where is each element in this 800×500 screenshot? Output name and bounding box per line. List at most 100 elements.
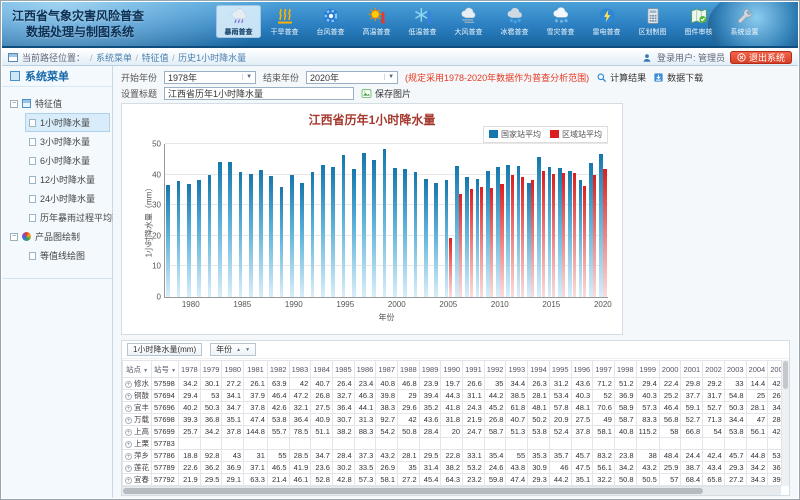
row-expand-icon[interactable]: + <box>125 429 132 436</box>
vertical-scrollbar[interactable] <box>781 360 789 486</box>
station-id-col-header[interactable]: 站号 ▼ <box>152 361 179 378</box>
tree-group-0[interactable]: − 特征值 <box>4 94 110 113</box>
breadcrumb-item[interactable]: 系统菜单 <box>96 53 132 63</box>
bar-national <box>372 160 376 297</box>
end-year-select[interactable]: 2020年▼ <box>306 71 398 84</box>
bar-national <box>434 183 438 297</box>
collapse-icon[interactable]: − <box>10 100 18 108</box>
row-expand-icon[interactable]: + <box>125 405 132 412</box>
value-cell: 30.1 <box>200 378 222 390</box>
tree-item-6小时降水量[interactable]: 6小时降水量 <box>25 151 110 170</box>
value-cell <box>289 438 311 450</box>
nav-item-label: 雷电普查 <box>593 27 621 37</box>
breadcrumb-item[interactable]: 历史1小时降水量 <box>178 53 246 63</box>
value-cell: 21.9 <box>179 474 201 486</box>
row-expand-icon[interactable]: + <box>125 453 132 460</box>
value-cell <box>659 438 681 450</box>
chart-title-input[interactable]: 江西省历年1小时降水量 <box>164 87 354 100</box>
station-col-header[interactable]: 站点 ▼ <box>123 361 152 378</box>
save-image-button[interactable]: 保存图片 <box>361 87 411 100</box>
nav-item-hail[interactable]: 冰雹普查 <box>492 5 537 38</box>
value-cell: 55 <box>267 450 289 462</box>
bar-national <box>269 176 273 297</box>
value-cell: 22.8 <box>441 450 463 462</box>
value-cell: 58.1 <box>593 426 615 438</box>
value-cell: 71.2 <box>593 378 615 390</box>
tree-item-1小时降水量[interactable]: 1小时降水量 <box>25 113 110 132</box>
bar-national <box>342 155 346 297</box>
vertical-scrollbar-thumb[interactable] <box>783 361 788 389</box>
download-button[interactable]: 数据下载 <box>653 71 703 84</box>
nav-item-zoning[interactable]: 区划制图 <box>630 5 675 38</box>
tree-item-12小时降水量[interactable]: 12小时降水量 <box>25 170 110 189</box>
nav-item-lightning[interactable]: 雷电普查 <box>584 5 629 38</box>
tree-item-等值线绘图[interactable]: 等值线绘图 <box>25 246 110 265</box>
tree-item-3小时降水量[interactable]: 3小时降水量 <box>25 132 110 151</box>
row-expand-icon[interactable]: + <box>125 441 132 448</box>
start-year-select[interactable]: 1978年▼ <box>164 71 256 84</box>
row-expand-icon[interactable]: + <box>125 417 132 424</box>
value-cell: 40.7 <box>506 414 528 426</box>
nav-item-wind[interactable]: 大风普查 <box>446 5 491 38</box>
station-name-cell: +修水 <box>123 378 152 390</box>
collapse-icon[interactable]: − <box>10 233 18 241</box>
nav-item-snow[interactable]: 雪灾普查 <box>538 5 583 38</box>
value-cell: 35.2 <box>419 402 441 414</box>
value-cell: 29.3 <box>724 462 746 474</box>
breadcrumb-separator: / <box>132 53 142 63</box>
nav-item-low-temp[interactable]: 低温普查 <box>400 5 445 38</box>
sort-icon[interactable]: ▲ <box>236 347 241 353</box>
value-cell: 23.8 <box>614 450 636 462</box>
chart-legend: 国家站平均 区域站平均 <box>483 126 608 143</box>
value-cell: 46.5 <box>267 462 289 474</box>
nav-item-rainstorm[interactable]: 暴雨普查 <box>216 5 261 38</box>
row-expand-icon[interactable]: + <box>125 477 132 484</box>
station-name-cell: +上栗 <box>123 438 152 450</box>
bar-national <box>537 157 541 297</box>
logout-button[interactable]: 退出系统 <box>730 51 792 64</box>
tree-group-label: 特征值 <box>35 97 62 110</box>
value-cell: 39.3 <box>179 414 201 426</box>
horizontal-scrollbar-thumb[interactable] <box>123 488 703 494</box>
value-cell: 37.1 <box>244 462 268 474</box>
nav-item-drought[interactable]: 干旱普查 <box>262 5 307 38</box>
filter-icon[interactable]: ▼ <box>245 347 250 353</box>
year-col-header: 1985 <box>332 361 354 378</box>
nav-item-high-temp[interactable]: 高温普查 <box>354 5 399 38</box>
breadcrumb-item[interactable]: 特征值 <box>142 53 169 63</box>
nav-item-review[interactable]: 图件审核 <box>676 5 721 38</box>
nav-item-settings[interactable]: 系统设置 <box>722 5 767 38</box>
column-field-box[interactable]: 年份▲▼ <box>210 343 256 356</box>
value-cell: 26.8 <box>484 414 506 426</box>
value-cell: 42 <box>289 378 311 390</box>
calculate-button[interactable]: 计算结果 <box>596 71 646 84</box>
row-expand-icon[interactable]: + <box>125 381 132 388</box>
station-id-cell: 57598 <box>152 378 179 390</box>
value-cell: 42.6 <box>267 402 289 414</box>
table-row: +铜鼓5769429.45334.137.946.447.226.832.746… <box>123 390 782 402</box>
horizontal-scrollbar[interactable] <box>122 486 781 495</box>
tree-group-1[interactable]: −产品图绘制 <box>4 227 110 246</box>
value-cell <box>746 438 768 450</box>
user-area: 登录用户: 管理员 退出系统 <box>642 51 792 64</box>
value-cell: 37.7 <box>681 390 703 402</box>
value-cell <box>681 438 703 450</box>
x-tick-label: 2000 <box>388 300 406 309</box>
tree-item-24小时降水量[interactable]: 24小时降水量 <box>25 189 110 208</box>
value-cell: 38.3 <box>376 402 398 414</box>
value-cell: 41.9 <box>289 462 311 474</box>
value-cell <box>636 438 659 450</box>
bar-national <box>218 162 222 297</box>
value-cell: 33.5 <box>354 462 376 474</box>
value-cell: 35.1 <box>571 474 593 486</box>
tree-item-历年暴雨过程平均雨量[interactable]: 历年暴雨过程平均雨量 <box>25 208 110 227</box>
nav-item-typhoon[interactable]: 台风普查 <box>308 5 353 38</box>
row-expand-icon[interactable]: + <box>125 465 132 472</box>
bar-national <box>311 172 315 297</box>
station-name-cell: +铜鼓 <box>123 390 152 402</box>
x-tick-label: 2020 <box>594 300 612 309</box>
row-expand-icon[interactable]: + <box>125 393 132 400</box>
value-field-box[interactable]: 1小时降水量(mm) <box>127 343 202 356</box>
value-cell: 29.8 <box>681 378 703 390</box>
value-cell: 26.8 <box>311 390 333 402</box>
